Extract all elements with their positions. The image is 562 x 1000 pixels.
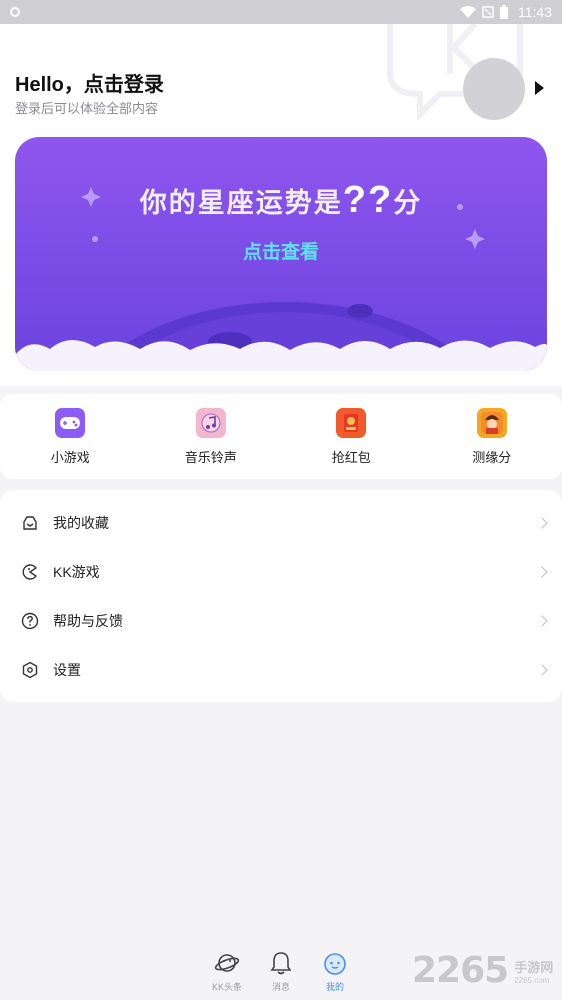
settings-menu: 我的收藏 KK游戏 帮助与反馈 设置 (0, 490, 562, 702)
quick-action-label: 音乐铃声 (184, 449, 237, 465)
chevron-right-icon (536, 663, 548, 676)
planet-icon (214, 954, 240, 972)
banner-title-qq: ?? (342, 179, 394, 221)
chevron-right-icon (536, 614, 548, 627)
site-watermark-domain: 2265.com (514, 975, 550, 985)
battery-icon (500, 5, 508, 19)
profile-header: Hello，点击登录 登录后可以体验全部内容 你的星座运势是??分 点击查看 (0, 24, 562, 386)
nav-item-kk-headlines[interactable]: KK头条 (212, 950, 242, 1000)
menu-item-label: KK游戏 (53, 563, 100, 580)
sim-icon (482, 6, 494, 18)
banner-title-suffix: 分 (393, 188, 423, 218)
help-icon (20, 611, 40, 631)
menu-item-settings[interactable]: 设置 (0, 645, 562, 694)
quick-action-label: 小游戏 (50, 449, 90, 465)
face-icon (324, 953, 346, 975)
login-subtitle: 登录后可以体验全部内容 (15, 101, 159, 116)
gamepad-icon (55, 407, 86, 438)
menu-item-favorites[interactable]: 我的收藏 (0, 498, 562, 547)
quick-action-ringtones[interactable]: 音乐铃声 (151, 407, 271, 466)
status-right: 11:43 (460, 4, 552, 20)
avatar[interactable] (463, 58, 525, 120)
menu-item-label: 帮助与反馈 (53, 612, 123, 629)
music-note-icon (195, 407, 226, 438)
horoscope-banner[interactable]: 你的星座运势是??分 点击查看 (15, 137, 547, 371)
status-bar: 11:43 (0, 0, 562, 24)
bell-icon (270, 952, 292, 975)
quick-action-red-packet[interactable]: 抢红包 (291, 407, 411, 466)
notification-dot-icon (10, 7, 20, 17)
menu-item-kk-games[interactable]: KK游戏 (0, 547, 562, 596)
quick-action-label: 测缘分 (472, 449, 512, 465)
nav-label: 我的 (325, 982, 344, 992)
red-packet-icon (336, 407, 367, 438)
quick-actions: 小游戏 音乐铃声 抢红包 测缘分 (0, 394, 562, 479)
banner-cta[interactable]: 点击查看 (15, 237, 547, 264)
nav-label: KK头条 (212, 982, 243, 992)
quick-action-fortune[interactable]: 测缘分 (432, 407, 552, 466)
site-watermark-text: 手游网 2265.com (514, 957, 553, 985)
nav-item-messages[interactable]: 消息 (266, 950, 296, 1000)
login-greeting[interactable]: Hello，点击登录 (15, 68, 164, 97)
arrow-right-icon[interactable] (535, 81, 544, 95)
banner-title-text: 你的星座运势是 (139, 188, 343, 218)
settings-icon (20, 660, 40, 680)
site-watermark-number: 2265 (412, 950, 509, 991)
favorites-icon (20, 513, 40, 533)
status-left (10, 7, 20, 17)
nav-item-mine[interactable]: 我的 (320, 950, 350, 1000)
quick-action-label: 抢红包 (331, 449, 371, 465)
fortune-icon (476, 407, 507, 438)
nav-label: 消息 (271, 982, 290, 992)
pacman-icon (20, 562, 40, 582)
menu-item-label: 我的收藏 (53, 514, 109, 531)
chevron-right-icon (536, 516, 548, 529)
menu-item-help[interactable]: 帮助与反馈 (0, 596, 562, 645)
banner-title: 你的星座运势是??分 (15, 179, 547, 222)
site-watermark-cn: 手游网 (514, 959, 554, 975)
site-watermark: 2265 手游网 2265.com (412, 950, 553, 991)
chevron-right-icon (536, 565, 548, 578)
wifi-icon (460, 6, 476, 18)
menu-item-label: 设置 (53, 661, 81, 678)
quick-action-mini-games[interactable]: 小游戏 (10, 407, 130, 466)
status-time: 11:43 (518, 4, 552, 20)
